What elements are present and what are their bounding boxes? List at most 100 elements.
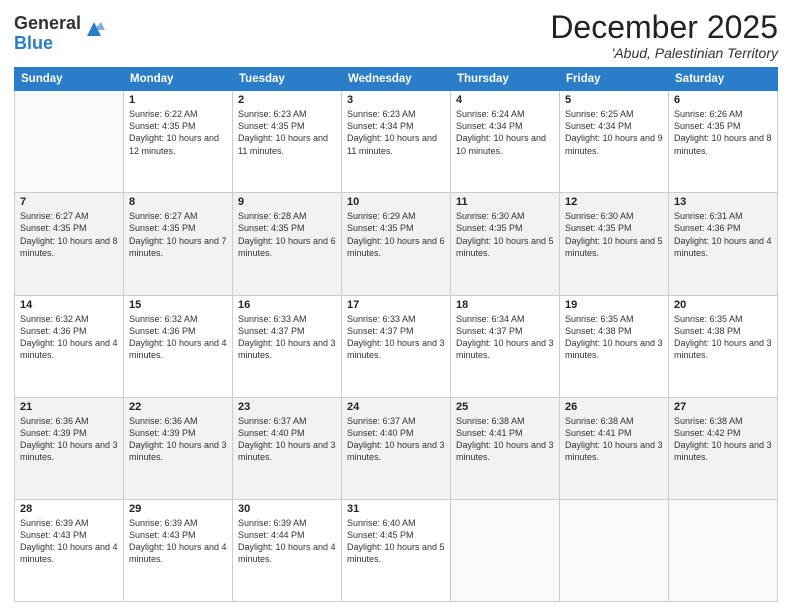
day-number: 17: [347, 299, 445, 311]
day-info: Sunrise: 6:38 AM Sunset: 4:41 PM Dayligh…: [565, 415, 663, 464]
calendar-day-cell: 15 Sunrise: 6:32 AM Sunset: 4:36 PM Dayli…: [124, 295, 233, 397]
calendar-day-cell: 2 Sunrise: 6:23 AM Sunset: 4:35 PM Daylig…: [233, 91, 342, 193]
weekday-header-monday: Monday: [124, 68, 233, 91]
calendar-table: SundayMondayTuesdayWednesdayThursdayFrid…: [14, 67, 778, 602]
day-info: Sunrise: 6:28 AM Sunset: 4:35 PM Dayligh…: [238, 210, 336, 259]
day-number: 26: [565, 401, 663, 413]
day-number: 15: [129, 299, 227, 311]
day-info: Sunrise: 6:25 AM Sunset: 4:34 PM Dayligh…: [565, 108, 663, 157]
calendar-day-cell: [560, 499, 669, 601]
day-number: 18: [456, 299, 554, 311]
day-number: 27: [674, 401, 772, 413]
day-info: Sunrise: 6:34 AM Sunset: 4:37 PM Dayligh…: [456, 313, 554, 362]
day-info: Sunrise: 6:33 AM Sunset: 4:37 PM Dayligh…: [238, 313, 336, 362]
calendar-day-cell: 30Sunrise: 6:39 AM Sunset: 4:44 PM Dayli…: [233, 499, 342, 601]
day-info: Sunrise: 6:39 AM Sunset: 4:43 PM Dayligh…: [129, 517, 227, 566]
calendar-day-cell: 11Sunrise: 6:30 AM Sunset: 4:35 PM Dayli…: [451, 193, 560, 295]
day-number: 7: [20, 196, 118, 208]
day-info: Sunrise: 6:23 AM Sunset: 4:34 PM Dayligh…: [347, 108, 445, 157]
day-info: Sunrise: 6:22 AM Sunset: 4:35 PM Dayligh…: [129, 108, 227, 157]
calendar-day-cell: 25 Sunrise: 6:38 AM Sunset: 4:41 PM Dayli…: [451, 397, 560, 499]
day-info: Sunrise: 6:24 AM Sunset: 4:34 PM Dayligh…: [456, 108, 554, 157]
day-number: 13: [674, 196, 772, 208]
day-info: Sunrise: 6:39 AM Sunset: 4:44 PM Dayligh…: [238, 517, 336, 566]
day-number: 3: [347, 94, 445, 106]
logo-general: General: [14, 14, 81, 34]
weekday-header-tuesday: Tuesday: [233, 68, 342, 91]
day-info: Sunrise: 6:35 AM Sunset: 4:38 PM Dayligh…: [565, 313, 663, 362]
weekday-header-sunday: Sunday: [15, 68, 124, 91]
day-number: 10: [347, 196, 445, 208]
day-info: Sunrise: 6:37 AM Sunset: 4:40 PM Dayligh…: [347, 415, 445, 464]
day-number: 16: [238, 299, 336, 311]
calendar-day-cell: 31 Sunrise: 6:40 AM Sunset: 4:45 PM Dayli…: [342, 499, 451, 601]
day-number: 19: [565, 299, 663, 311]
day-info: Sunrise: 6:23 AM Sunset: 4:35 PM Dayligh…: [238, 108, 336, 157]
title-block: December 2025 'Abud, Palestinian Territo…: [550, 10, 778, 61]
calendar-day-cell: 10 Sunrise: 6:29 AM Sunset: 4:35 PM Dayli…: [342, 193, 451, 295]
calendar-day-cell: 1 Sunrise: 6:22 AM Sunset: 4:35 PM Daylig…: [124, 91, 233, 193]
calendar-day-cell: [451, 499, 560, 601]
day-number: 1: [129, 94, 227, 106]
calendar-day-cell: 18 Sunrise: 6:34 AM Sunset: 4:37 PM Dayli…: [451, 295, 560, 397]
logo-icon: [83, 18, 105, 40]
day-number: 12: [565, 196, 663, 208]
calendar-day-cell: 14Sunrise: 6:32 AM Sunset: 4:36 PM Dayli…: [15, 295, 124, 397]
calendar-day-cell: 13 Sunrise: 6:31 AM Sunset: 4:36 PM Dayli…: [669, 193, 778, 295]
weekday-header-friday: Friday: [560, 68, 669, 91]
logo-blue: Blue: [14, 34, 81, 54]
day-number: 8: [129, 196, 227, 208]
day-info: Sunrise: 6:38 AM Sunset: 4:41 PM Dayligh…: [456, 415, 554, 464]
day-number: 5: [565, 94, 663, 106]
day-info: Sunrise: 6:36 AM Sunset: 4:39 PM Dayligh…: [129, 415, 227, 464]
page: General Blue December 2025 'Abud, Palest…: [0, 0, 792, 612]
day-info: Sunrise: 6:31 AM Sunset: 4:36 PM Dayligh…: [674, 210, 772, 259]
day-info: Sunrise: 6:26 AM Sunset: 4:35 PM Dayligh…: [674, 108, 772, 157]
calendar-week-row: 1 Sunrise: 6:22 AM Sunset: 4:35 PM Daylig…: [15, 91, 778, 193]
day-info: Sunrise: 6:33 AM Sunset: 4:37 PM Dayligh…: [347, 313, 445, 362]
day-info: Sunrise: 6:40 AM Sunset: 4:45 PM Dayligh…: [347, 517, 445, 566]
day-number: 6: [674, 94, 772, 106]
day-number: 11: [456, 196, 554, 208]
weekday-header-wednesday: Wednesday: [342, 68, 451, 91]
weekday-header-saturday: Saturday: [669, 68, 778, 91]
day-number: 31: [347, 503, 445, 515]
day-number: 21: [20, 401, 118, 413]
day-info: Sunrise: 6:39 AM Sunset: 4:43 PM Dayligh…: [20, 517, 118, 566]
calendar-day-cell: 8 Sunrise: 6:27 AM Sunset: 4:35 PM Daylig…: [124, 193, 233, 295]
day-number: 2: [238, 94, 336, 106]
month-title: December 2025: [550, 10, 778, 45]
calendar-day-cell: 4 Sunrise: 6:24 AM Sunset: 4:34 PM Daylig…: [451, 91, 560, 193]
day-number: 25: [456, 401, 554, 413]
day-info: Sunrise: 6:27 AM Sunset: 4:35 PM Dayligh…: [20, 210, 118, 259]
day-info: Sunrise: 6:37 AM Sunset: 4:40 PM Dayligh…: [238, 415, 336, 464]
day-info: Sunrise: 6:29 AM Sunset: 4:35 PM Dayligh…: [347, 210, 445, 259]
day-info: Sunrise: 6:32 AM Sunset: 4:36 PM Dayligh…: [20, 313, 118, 362]
day-number: 20: [674, 299, 772, 311]
calendar-day-cell: 17 Sunrise: 6:33 AM Sunset: 4:37 PM Dayli…: [342, 295, 451, 397]
day-info: Sunrise: 6:27 AM Sunset: 4:35 PM Dayligh…: [129, 210, 227, 259]
day-info: Sunrise: 6:32 AM Sunset: 4:36 PM Dayligh…: [129, 313, 227, 362]
calendar-day-cell: 6 Sunrise: 6:26 AM Sunset: 4:35 PM Daylig…: [669, 91, 778, 193]
location-title: 'Abud, Palestinian Territory: [550, 45, 778, 61]
calendar-week-row: 21 Sunrise: 6:36 AM Sunset: 4:39 PM Dayli…: [15, 397, 778, 499]
calendar-week-row: 14Sunrise: 6:32 AM Sunset: 4:36 PM Dayli…: [15, 295, 778, 397]
weekday-header-thursday: Thursday: [451, 68, 560, 91]
day-number: 28: [20, 503, 118, 515]
calendar-day-cell: 3 Sunrise: 6:23 AM Sunset: 4:34 PM Daylig…: [342, 91, 451, 193]
calendar-day-cell: 21 Sunrise: 6:36 AM Sunset: 4:39 PM Dayli…: [15, 397, 124, 499]
day-number: 29: [129, 503, 227, 515]
calendar-week-row: 28 Sunrise: 6:39 AM Sunset: 4:43 PM Dayli…: [15, 499, 778, 601]
calendar-day-cell: 5 Sunrise: 6:25 AM Sunset: 4:34 PM Daylig…: [560, 91, 669, 193]
day-number: 4: [456, 94, 554, 106]
calendar-day-cell: 16 Sunrise: 6:33 AM Sunset: 4:37 PM Dayli…: [233, 295, 342, 397]
calendar-day-cell: 29 Sunrise: 6:39 AM Sunset: 4:43 PM Dayli…: [124, 499, 233, 601]
header: General Blue December 2025 'Abud, Palest…: [14, 10, 778, 61]
day-info: Sunrise: 6:30 AM Sunset: 4:35 PM Dayligh…: [565, 210, 663, 259]
day-info: Sunrise: 6:36 AM Sunset: 4:39 PM Dayligh…: [20, 415, 118, 464]
calendar-day-cell: 20Sunrise: 6:35 AM Sunset: 4:38 PM Dayli…: [669, 295, 778, 397]
day-number: 24: [347, 401, 445, 413]
calendar-day-cell: 23Sunrise: 6:37 AM Sunset: 4:40 PM Dayli…: [233, 397, 342, 499]
calendar-day-cell: 28 Sunrise: 6:39 AM Sunset: 4:43 PM Dayli…: [15, 499, 124, 601]
calendar-day-cell: 7 Sunrise: 6:27 AM Sunset: 4:35 PM Daylig…: [15, 193, 124, 295]
